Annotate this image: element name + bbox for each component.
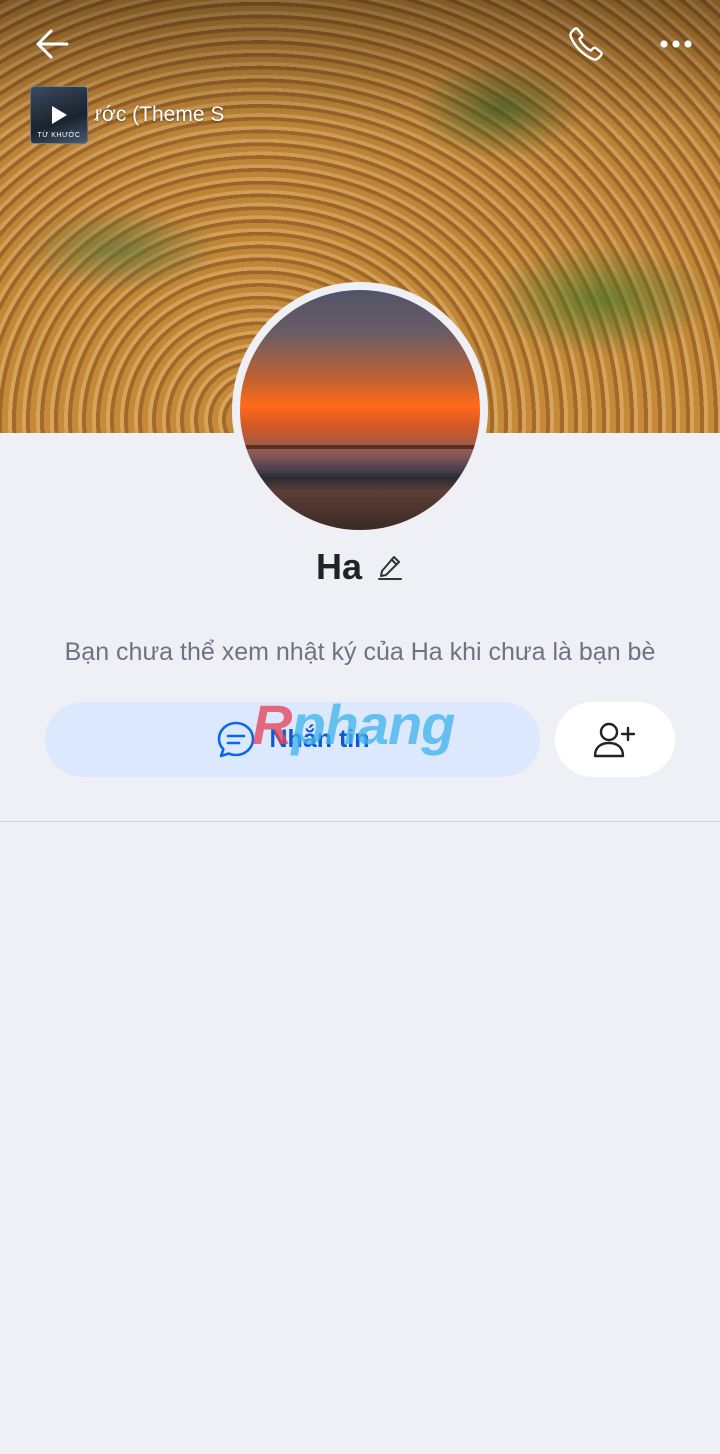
- album-art[interactable]: TỪ KHƯỚC: [30, 86, 88, 144]
- message-button-label: Nhắn tin: [269, 725, 370, 753]
- profile-name: Ha: [315, 546, 363, 587]
- message-button[interactable]: Nhắn tin: [45, 702, 540, 777]
- arrow-left-icon: [36, 29, 69, 59]
- name-row: Ha: [0, 546, 720, 588]
- music-title: ước (Theme S: [94, 103, 225, 126]
- add-friend-button[interactable]: [555, 702, 675, 777]
- album-caption: TỪ KHƯỚC: [37, 132, 81, 139]
- chat-bubble-icon: [217, 721, 254, 757]
- divider: [0, 821, 720, 822]
- call-button[interactable]: [562, 20, 610, 68]
- top-bar: [0, 0, 720, 90]
- back-button[interactable]: [30, 22, 74, 66]
- avatar[interactable]: [232, 282, 488, 538]
- profile-music[interactable]: TỪ KHƯỚC ước (Theme S: [30, 86, 264, 144]
- avatar-image: [240, 290, 480, 530]
- diary-notice: Bạn chưa thể xem nhật ký của Ha khi chưa…: [64, 638, 656, 666]
- pencil-icon[interactable]: [376, 553, 404, 581]
- phone-icon: [569, 27, 603, 61]
- music-title-marquee: ước (Theme S: [94, 103, 264, 127]
- more-options-button[interactable]: [652, 20, 700, 68]
- more-dots-icon: [660, 40, 692, 48]
- add-friend-icon: [593, 722, 636, 757]
